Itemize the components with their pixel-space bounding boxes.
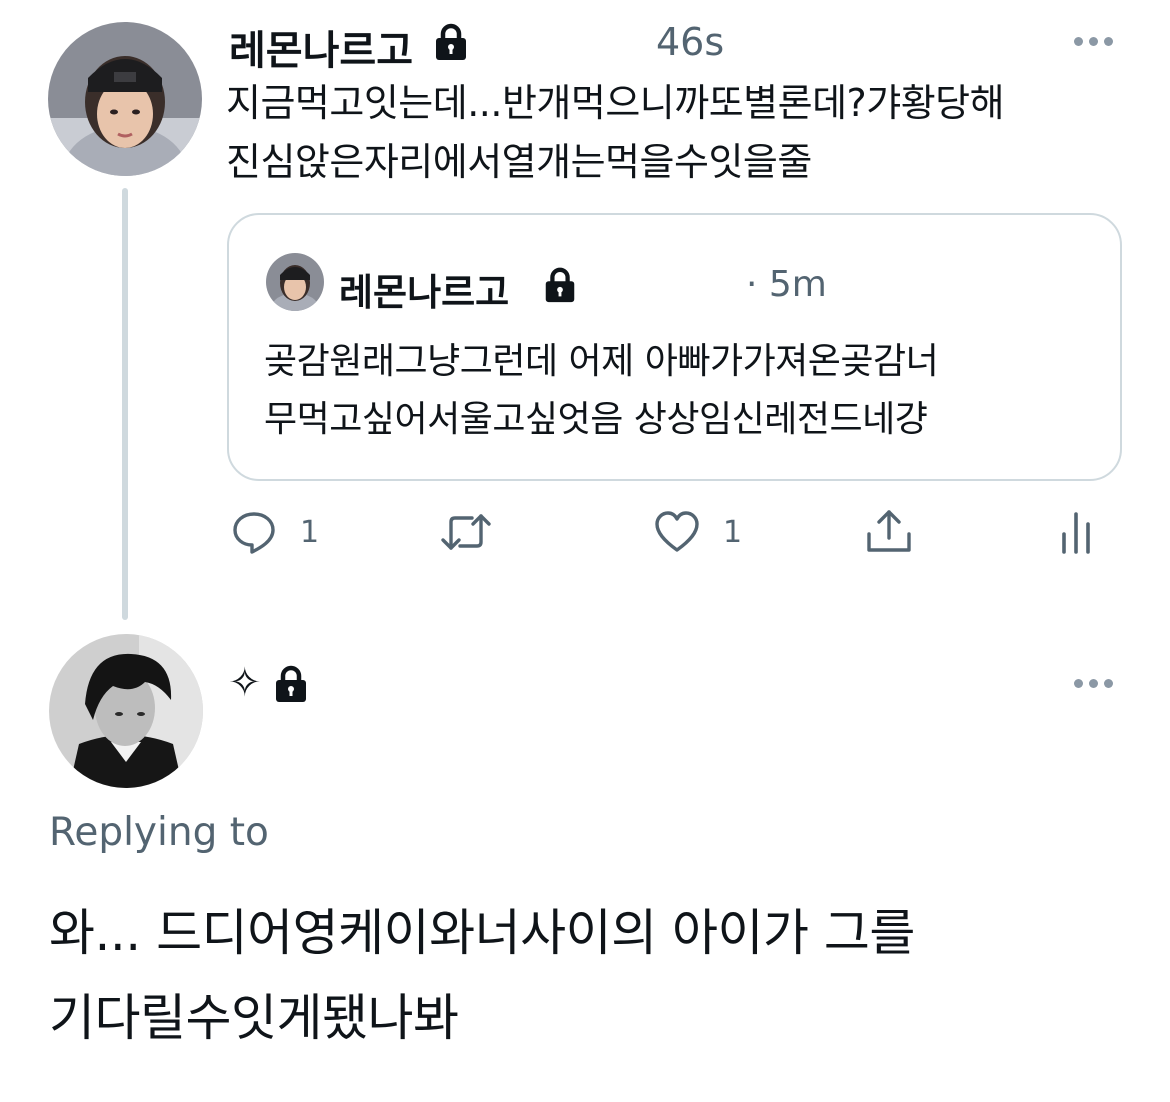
like-icon	[655, 511, 699, 552]
thread-connector-line	[122, 188, 128, 620]
reply-count: 1	[300, 514, 320, 550]
quoted-author-avatar[interactable]	[266, 253, 324, 311]
reply-avatar-image	[49, 634, 203, 788]
like-count: 1	[723, 514, 743, 550]
tweet-text-line-1: 지금먹고잇는데...반개먹으니까또별론데?갸황당해	[226, 81, 1005, 125]
more-options-icon[interactable]	[1074, 37, 1113, 46]
quoted-text-line-1: 곶감원래그냥그런데 어제 아빠가가져온곶감너	[264, 341, 939, 382]
tweet-timestamp[interactable]: 46s	[656, 20, 724, 64]
like-button[interactable]: 1	[653, 508, 742, 556]
quoted-author-name[interactable]: 레몬나르고	[339, 262, 509, 316]
quoted-text-line-2: 무먹고싶어서울고싶엇음 상상임신레전드네걍	[264, 399, 928, 440]
reply-text-line-2: 기다릴수잇게됐나봐	[49, 989, 459, 1047]
reply-text-line-1: 와... 드디어영케이와너사이의 아이가 그를	[49, 904, 915, 962]
quoted-timestamp[interactable]: · 5m	[746, 264, 827, 305]
share-icon	[867, 510, 911, 552]
tweet-text-line-2: 진심앉은자리에서열개는먹을수잇을줄	[226, 140, 812, 184]
retweet-icon	[441, 514, 491, 550]
reply-button[interactable]: 1	[230, 508, 319, 556]
lock-icon	[431, 22, 471, 62]
reply-author-avatar[interactable]	[49, 634, 203, 788]
quoted-avatar-image	[266, 253, 324, 311]
author-avatar[interactable]	[48, 22, 202, 176]
reply-icon	[233, 512, 275, 554]
analytics-icon	[1062, 512, 1090, 554]
analytics-button[interactable]	[1058, 506, 1098, 556]
reply-lock-icon	[271, 664, 311, 704]
replying-to-label: Replying to	[49, 810, 269, 855]
reply-author-name[interactable]: ✧	[228, 660, 262, 706]
author-name[interactable]: 레몬나르고	[229, 18, 413, 76]
quoted-lock-icon	[541, 266, 579, 304]
share-button[interactable]	[864, 506, 914, 556]
avatar-image	[48, 22, 202, 176]
retweet-button[interactable]	[440, 508, 492, 556]
reply-more-options-icon[interactable]	[1074, 679, 1113, 688]
